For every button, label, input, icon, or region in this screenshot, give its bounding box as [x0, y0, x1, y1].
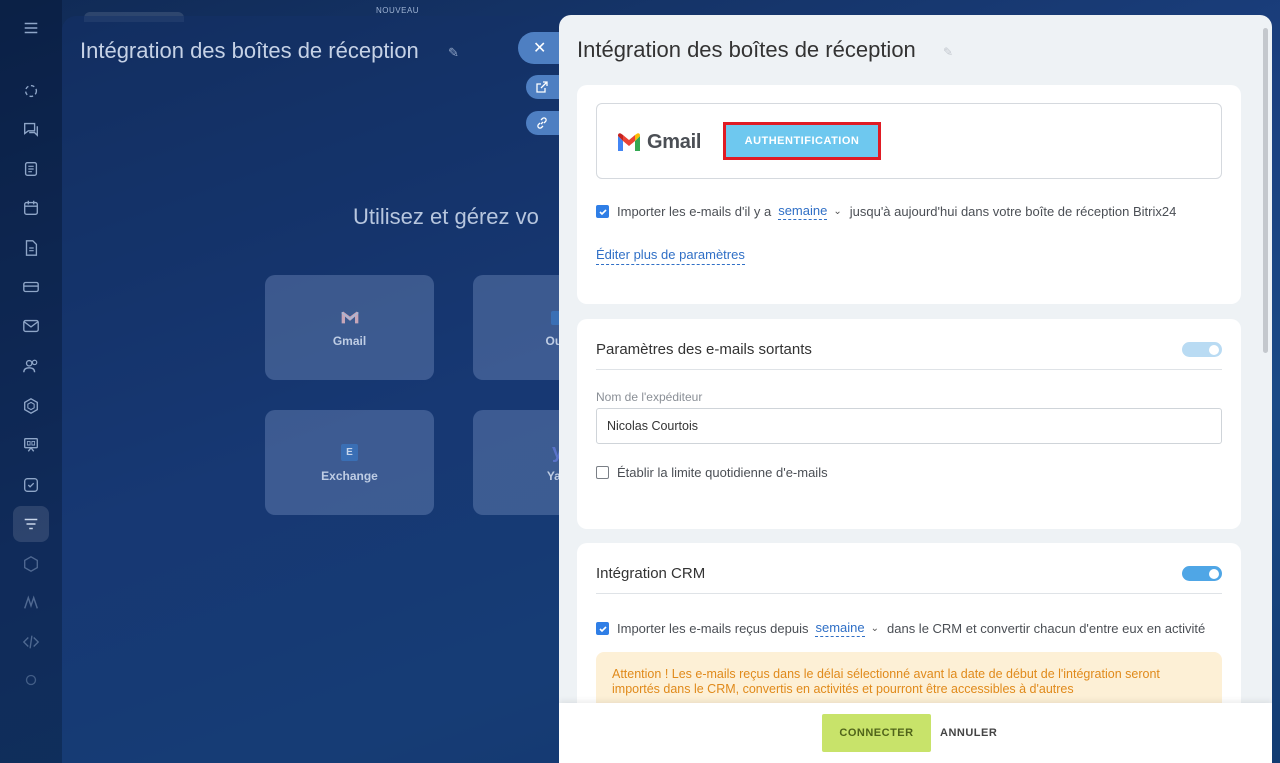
toggle-knob — [1209, 344, 1219, 355]
gmail-connection-card: Gmail AUTHENTIFICATION Importer les e-ma… — [577, 85, 1241, 304]
developer-icon[interactable] — [21, 632, 41, 652]
sender-name-input[interactable] — [596, 408, 1222, 444]
import-emails-label-after: jusqu'à aujourd'hui dans votre boîte de … — [849, 204, 1177, 219]
connect-button[interactable]: CONNECTER — [822, 714, 931, 752]
contacts-icon[interactable] — [21, 356, 41, 376]
crm-import-period-dropdown[interactable]: semaine — [815, 620, 865, 637]
gmail-auth-box: Gmail AUTHENTIFICATION — [596, 103, 1222, 179]
chevron-down-icon[interactable]: ⌄ — [871, 623, 879, 634]
import-emails-row: Importer les e-mails d'il y a semaine ⌄ … — [596, 203, 1176, 220]
outgoing-settings-title: Paramètres des e-mails sortants — [596, 341, 812, 358]
service-card-label: Gmail — [332, 333, 367, 348]
section-divider — [596, 593, 1222, 594]
crm-integration-toggle[interactable] — [1182, 566, 1222, 581]
tasks-icon[interactable] — [21, 475, 41, 495]
more-icon[interactable] — [21, 670, 41, 690]
calendar-icon[interactable] — [21, 198, 41, 218]
pin-icon[interactable]: ✎ — [448, 45, 459, 61]
background-panel-title: Intégration des boîtes de réception — [80, 38, 419, 63]
import-emails-label: Importer les e-mails d'il y a — [617, 204, 772, 219]
slider-title: Intégration des boîtes de réception — [577, 37, 916, 62]
crm-import-row: Importer les e-mails reçus depuis semain… — [596, 620, 1205, 637]
background-heading: Utilisez et gérez vo — [353, 204, 539, 229]
new-label: NOUVEAU — [376, 6, 420, 15]
slider-footer: CONNECTER ANNULER — [559, 703, 1272, 763]
left-navigation — [0, 0, 62, 763]
chat-icon[interactable] — [21, 119, 41, 139]
exchange-logo-letter: E — [341, 444, 358, 461]
daily-limit-row: Établir la limite quotidienne d'e-mails — [596, 465, 828, 480]
edit-more-settings-link[interactable]: Éditer plus de paramètres — [596, 247, 745, 265]
gmail-logo-icon — [618, 133, 640, 151]
close-icon: ✕ — [533, 40, 547, 57]
outgoing-settings-toggle[interactable] — [1182, 342, 1222, 357]
exchange-logo-icon: E — [340, 443, 360, 463]
crm-integration-title: Intégration CRM — [596, 565, 706, 582]
flow-icon[interactable] — [21, 81, 41, 101]
sender-name-label: Nom de l'expéditeur — [596, 390, 703, 404]
slider-scrollbar[interactable] — [1263, 28, 1268, 353]
chevron-down-icon[interactable]: ⌄ — [833, 206, 841, 217]
crm-import-checkbox[interactable] — [596, 622, 609, 635]
cancel-button[interactable]: ANNULER — [940, 714, 997, 752]
crm-import-label-after: dans le CRM et convertir chacun d'entre … — [887, 621, 1206, 636]
copy-link-button[interactable] — [526, 111, 562, 135]
external-link-icon — [536, 81, 548, 93]
menu-icon[interactable] — [21, 18, 41, 38]
document-icon[interactable] — [21, 238, 41, 258]
outgoing-settings-card: Paramètres des e-mails sortants Nom de l… — [577, 319, 1241, 529]
store-icon[interactable] — [21, 554, 41, 574]
background-panel — [62, 16, 582, 763]
automation-icon[interactable] — [21, 593, 41, 613]
authentication-button[interactable]: AUTHENTIFICATION — [723, 122, 881, 160]
section-divider — [596, 369, 1222, 370]
feed-icon[interactable] — [21, 159, 41, 179]
gmail-logo-icon — [340, 308, 360, 328]
sites-icon[interactable] — [21, 396, 41, 416]
import-emails-checkbox[interactable] — [596, 205, 609, 218]
filter-icon[interactable] — [21, 514, 41, 534]
mailbox-integration-slider: Intégration des boîtes de réception ✎ Gm… — [559, 15, 1272, 763]
service-card-label: Exchange — [321, 468, 378, 483]
payments-icon[interactable] — [21, 277, 41, 297]
toggle-knob — [1209, 568, 1219, 579]
service-card-gmail[interactable]: Gmail — [265, 275, 434, 380]
crm-import-label: Importer les e-mails reçus depuis — [617, 621, 809, 636]
pin-icon[interactable]: ✎ — [943, 45, 953, 59]
link-icon — [537, 117, 547, 129]
import-period-dropdown[interactable]: semaine — [778, 203, 828, 220]
daily-limit-label: Établir la limite quotidienne d'e-mails — [617, 465, 828, 480]
close-slider-button[interactable]: ✕ — [518, 32, 562, 64]
marketing-icon[interactable] — [21, 435, 41, 455]
daily-limit-checkbox[interactable] — [596, 466, 609, 479]
mail-icon[interactable] — [21, 316, 41, 336]
service-card-exchange[interactable]: E Exchange — [265, 410, 434, 515]
gmail-logo: Gmail — [617, 131, 701, 154]
open-new-window-button[interactable] — [526, 75, 562, 99]
gmail-label: Gmail — [647, 131, 702, 153]
